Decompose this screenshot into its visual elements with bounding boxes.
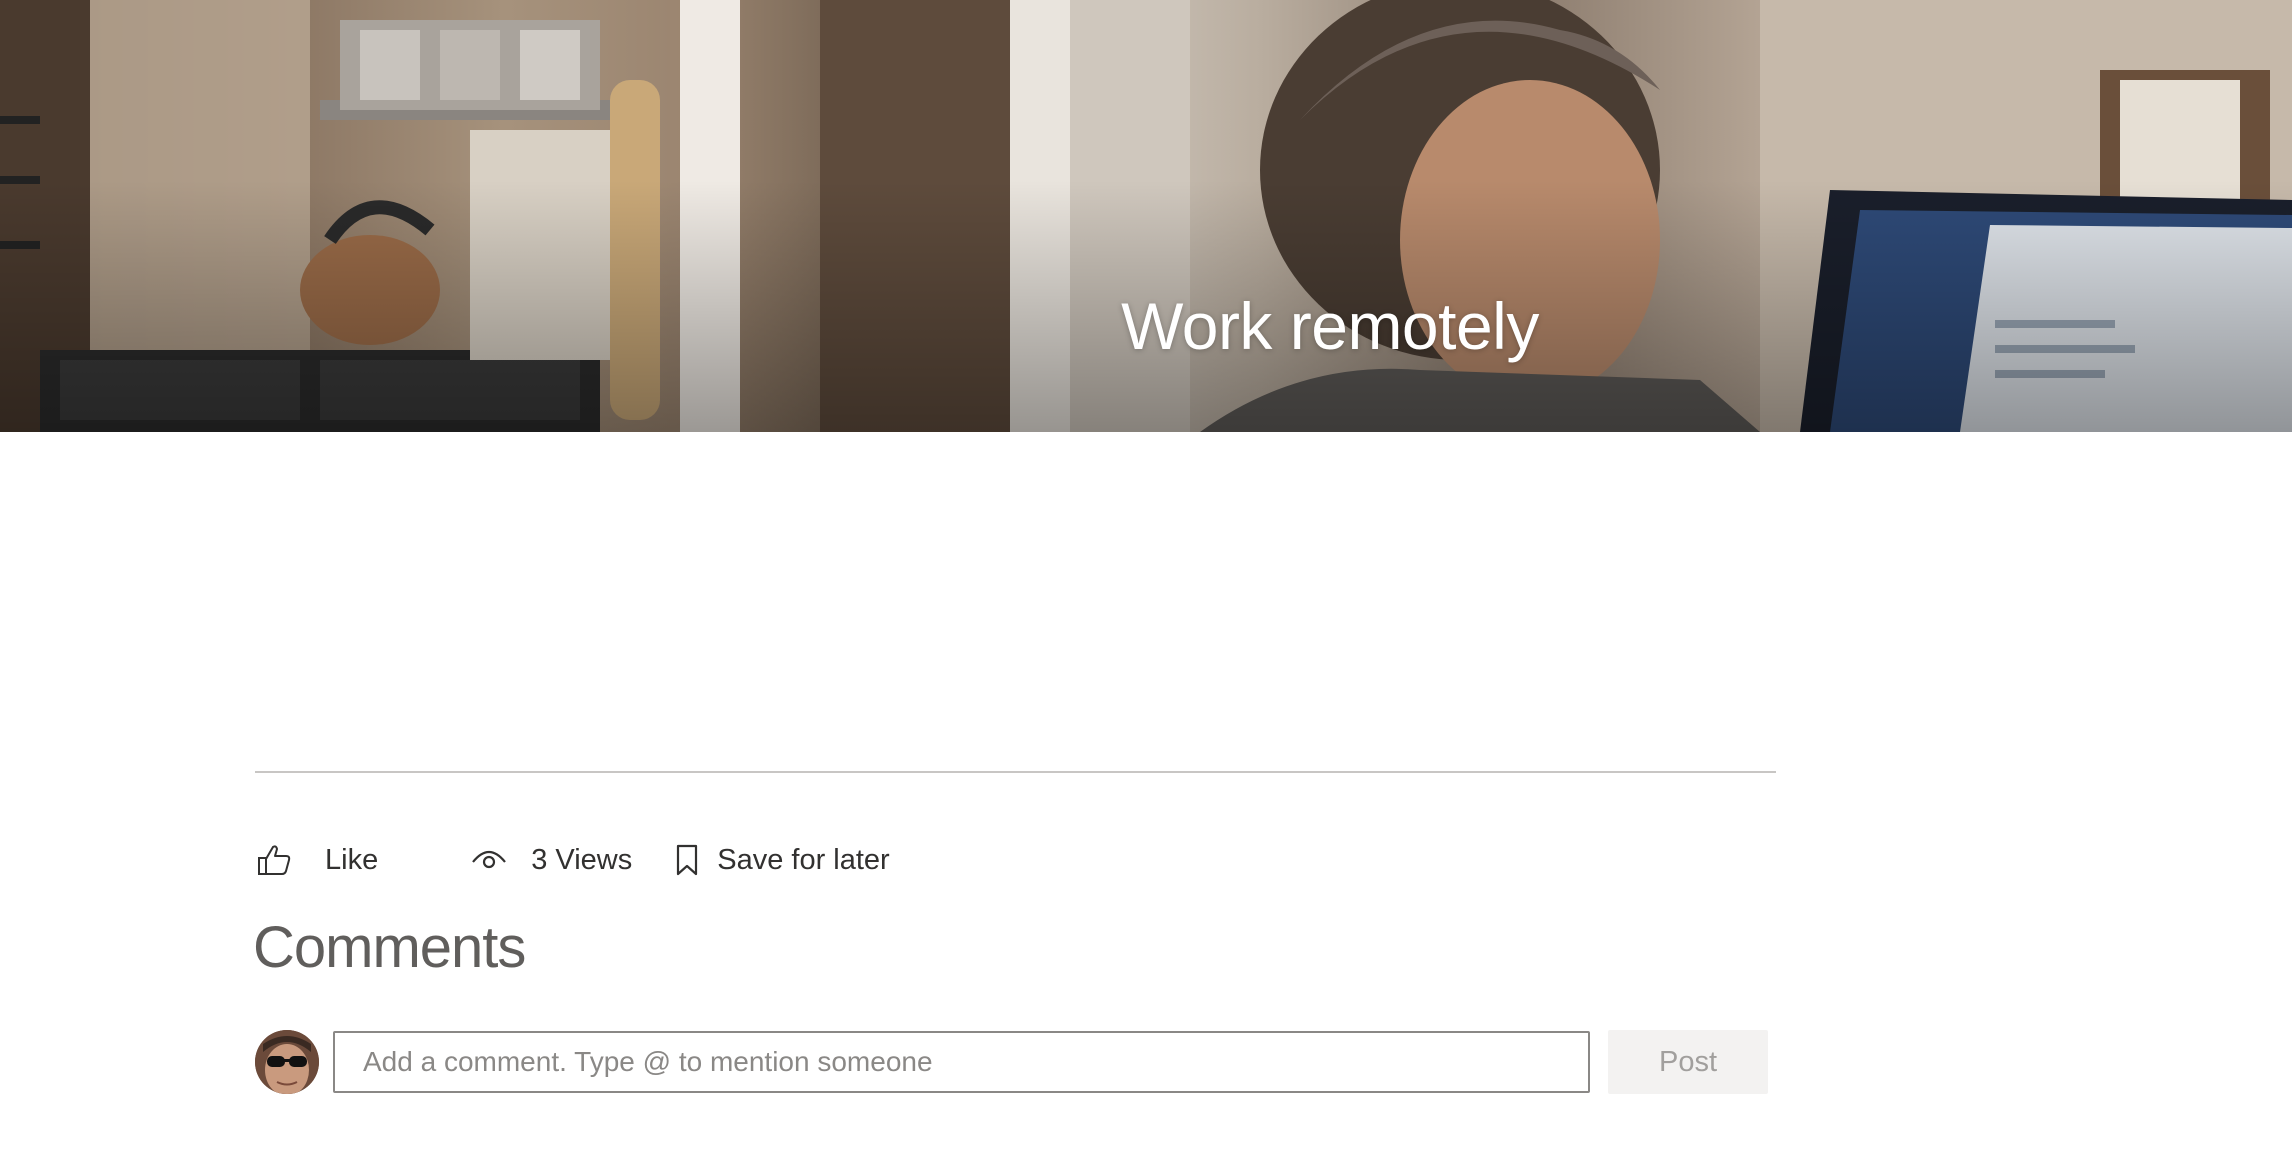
hero-photo bbox=[0, 0, 2292, 432]
content-area bbox=[255, 771, 1776, 773]
like-label: Like bbox=[325, 843, 379, 876]
thumbs-up-icon bbox=[255, 844, 293, 876]
comment-input[interactable] bbox=[333, 1031, 1590, 1093]
avatar bbox=[255, 1030, 319, 1094]
like-button[interactable]: Like bbox=[255, 844, 378, 877]
comments-heading: Comments bbox=[253, 915, 526, 980]
action-bar: Like 3 Views Save for later bbox=[255, 835, 890, 885]
post-button[interactable]: Post bbox=[1608, 1030, 1768, 1094]
save-for-later-label: Save for later bbox=[717, 843, 890, 876]
hero-banner: Work remotely bbox=[0, 0, 2292, 432]
save-for-later-button[interactable]: Save for later bbox=[674, 843, 890, 877]
comment-composer: Post bbox=[255, 1030, 1768, 1094]
bookmark-icon bbox=[674, 844, 700, 876]
page: Work remotely Like 3 Views Save for late… bbox=[0, 0, 2292, 1150]
eye-icon bbox=[470, 848, 508, 872]
page-title: Work remotely bbox=[1121, 289, 1539, 363]
views-count: 3 Views bbox=[470, 844, 632, 877]
section-divider bbox=[255, 771, 1776, 773]
views-label: 3 Views bbox=[531, 843, 633, 876]
